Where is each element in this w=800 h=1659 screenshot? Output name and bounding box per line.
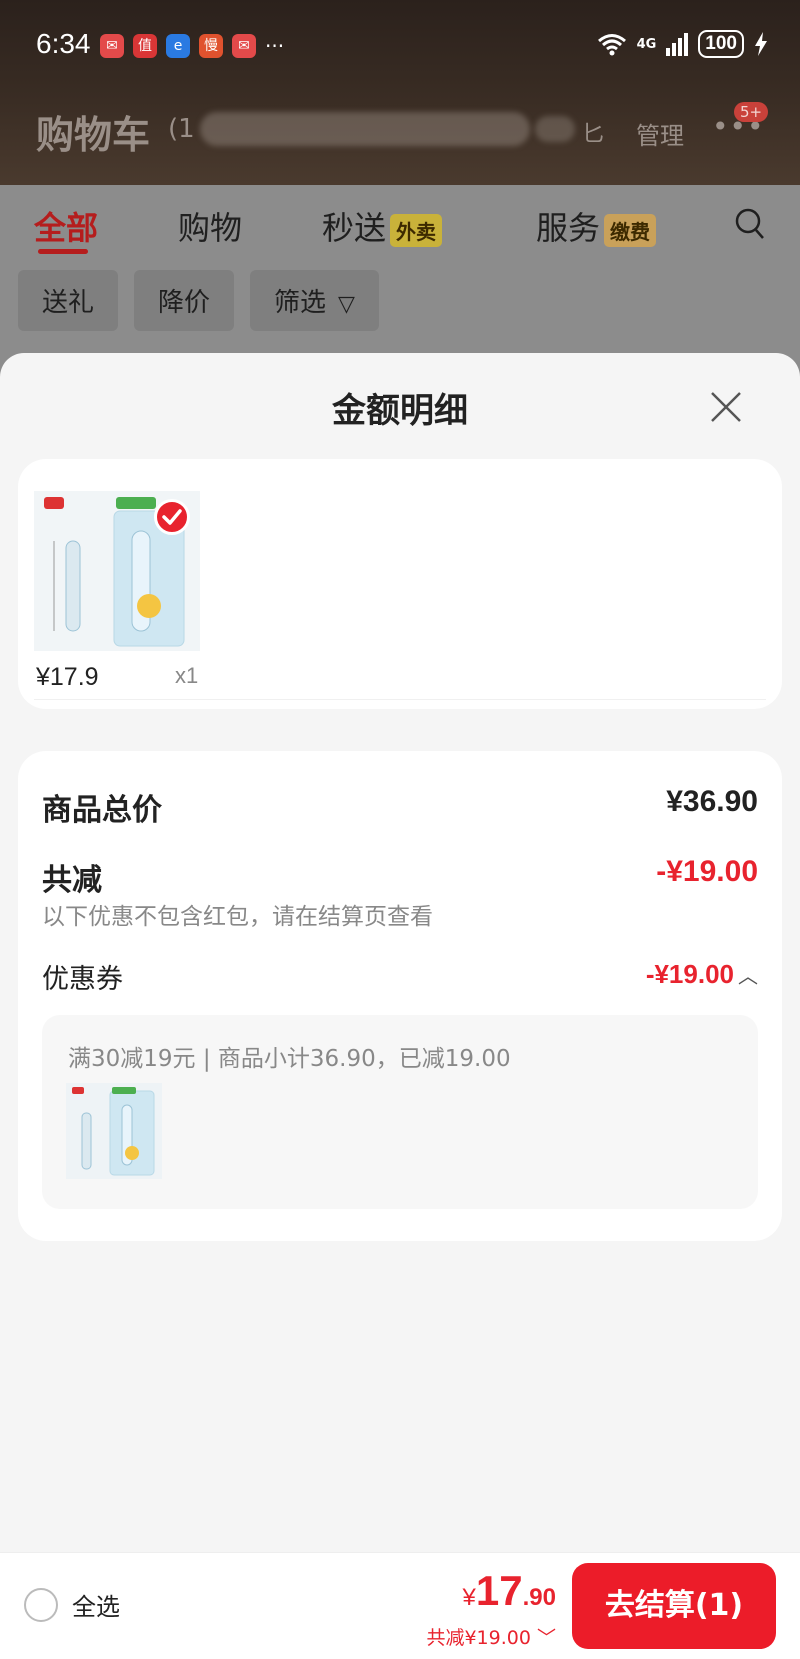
coupon-description: 满30减19元 | 商品小计36.90，已减19.00 <box>68 1046 511 1072</box>
search-icon[interactable] <box>734 207 766 241</box>
tab-shopping[interactable]: 购物 <box>178 203 242 249</box>
product-price: ¥17.9 <box>36 663 99 691</box>
total-currency: ¥ <box>462 1584 476 1611</box>
select-all-label: 全选 <box>72 1593 120 1621</box>
chevron-down-icon: ﹀ <box>536 1627 556 1649</box>
total-price-label: 商品总价 <box>42 793 162 828</box>
selected-check-icon[interactable] <box>154 499 190 535</box>
coupon-product-thumbnail <box>66 1083 162 1179</box>
coupon-value: -¥19.00 <box>645 959 734 989</box>
payment-tag: 缴费 <box>604 213 657 247</box>
battery-icon: 100 <box>698 30 744 58</box>
status-time: 6:34 <box>36 28 91 59</box>
app-notification-icon: 值 <box>133 34 157 58</box>
app2-notification-icon: 慢 <box>199 34 223 58</box>
tab-all[interactable]: 全部 <box>34 203 98 249</box>
cart-header: 购物车 (1 匕 管理 ••• 5+ <box>0 100 800 160</box>
notification-icons: ✉ 值 e 慢 ✉ ··· <box>100 34 284 58</box>
checkout-footer: 全选 ¥17.90 共减¥19.00 ﹀ 去结算(1) <box>0 1552 800 1659</box>
tab-active-indicator <box>38 249 88 254</box>
tab-services-label: 服务 <box>536 209 601 247</box>
more-notifications-icon: ··· <box>265 34 285 58</box>
discount-note: 以下优惠不包含红包，请在结算页查看 <box>42 904 433 930</box>
takeout-tag: 外卖 <box>390 213 443 247</box>
redacted-address-tail <box>535 116 575 142</box>
wifi-icon <box>597 34 626 56</box>
filter-bar: 送礼 降价 筛选 ▽ <box>18 270 379 331</box>
divider <box>34 699 766 700</box>
coupon-label: 优惠券 <box>42 964 123 995</box>
cart-title: 购物车 <box>36 113 151 157</box>
checkout-button[interactable]: 去结算(1) <box>572 1563 776 1649</box>
total-price: ¥17.90 <box>463 1567 556 1615</box>
mail2-notification-icon: ✉ <box>232 34 256 58</box>
close-icon[interactable] <box>706 387 746 427</box>
status-bar: 6:34 ✉ 值 e 慢 ✉ ··· 4G 100 <box>0 24 800 68</box>
cart-tabs: 全部 购物 秒送 外卖 服务 缴费 <box>0 195 800 255</box>
address-suffix: 匕 <box>582 122 605 147</box>
chevron-up-icon: ︿ <box>738 966 758 988</box>
product-quantity: x1 <box>175 663 199 688</box>
network-type: 4G <box>636 36 657 52</box>
tab-instant-delivery-label: 秒送 <box>322 209 387 247</box>
filter-price-drop[interactable]: 降价 <box>134 270 235 331</box>
tab-instant-delivery[interactable]: 秒送 外卖 <box>322 203 443 249</box>
select-all[interactable]: 全选 <box>24 1587 120 1622</box>
total-integer: 17 <box>475 1567 523 1614</box>
amount-detail-sheet: 金额明细 ¥17.9 x1 商品总价 ¥36.90 共减 -¥19.00 以下优… <box>0 353 800 1659</box>
browser-notification-icon: e <box>166 34 190 58</box>
discount-label: 共减 <box>42 863 102 898</box>
filter-gift[interactable]: 送礼 <box>18 270 119 331</box>
saved-amount: 共减¥19.00 <box>426 1627 531 1649</box>
price-summary-card: 商品总价 ¥36.90 共减 -¥19.00 以下优惠不包含红包，请在结算页查看… <box>18 751 782 1241</box>
message-badge: 5+ <box>734 102 769 122</box>
signal-icon <box>666 32 689 56</box>
total-price-value: ¥36.90 <box>666 785 758 818</box>
saved-amount-toggle[interactable]: 共减¥19.00 ﹀ <box>426 1623 556 1650</box>
funnel-icon: ▽ <box>338 292 355 317</box>
mail-notification-icon: ✉ <box>100 34 124 58</box>
product-card: ¥17.9 x1 <box>18 459 782 709</box>
filter-more-label: 筛选 <box>274 288 327 318</box>
select-all-radio[interactable] <box>24 1587 58 1622</box>
cart-count: (1 <box>168 114 195 144</box>
total-decimal: .90 <box>522 1584 556 1611</box>
charging-icon <box>755 32 767 56</box>
redacted-address <box>200 112 530 146</box>
coupon-detail-box: 满30减19元 | 商品小计36.90，已减19.00 <box>42 1015 758 1209</box>
discount-value: -¥19.00 <box>656 855 758 888</box>
status-right: 4G 100 <box>597 30 768 58</box>
coupon-toggle[interactable]: -¥19.00 ︿ <box>646 959 758 990</box>
manage-button[interactable]: 管理 <box>636 116 684 151</box>
filter-more[interactable]: 筛选 ▽ <box>250 270 379 331</box>
sheet-title: 金额明细 <box>332 391 468 431</box>
tab-services[interactable]: 服务 缴费 <box>536 203 657 249</box>
